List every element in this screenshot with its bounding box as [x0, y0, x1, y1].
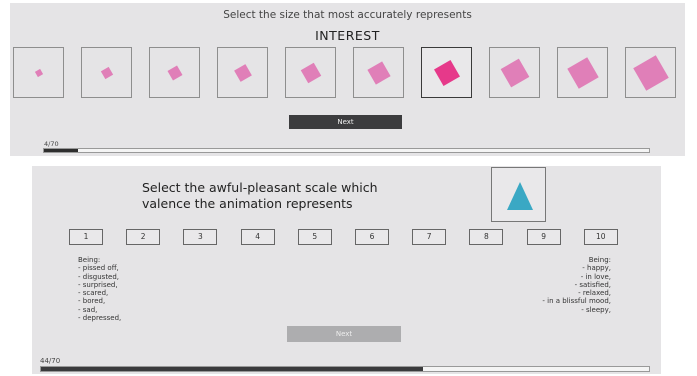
negative-line-2: - disgusted,	[78, 272, 120, 281]
negative-descriptors: Being: - pissed off, - disgusted, - surpris…	[78, 256, 121, 322]
dimension-title: INTEREST	[315, 28, 380, 43]
scale-option-10[interactable]: 10	[583, 229, 618, 245]
progress-bar	[43, 148, 650, 153]
next-button[interactable]: Next	[289, 115, 402, 129]
scale-option-7[interactable]: 7	[412, 229, 447, 245]
progress-bar	[40, 366, 650, 372]
triangle-icon	[507, 182, 533, 210]
scale-option-6[interactable]: 6	[355, 229, 389, 245]
progress-fill	[44, 149, 79, 152]
positive-line-1: - happy,	[582, 264, 611, 273]
positive-line-3: - satisfied,	[574, 280, 611, 289]
positive-line-5: - in a blissful mood,	[542, 297, 611, 306]
size-option-10[interactable]	[625, 47, 676, 98]
diamond-shape	[566, 56, 599, 89]
positive-descriptors: Being: - happy, - in love, - satisfied, - re…	[542, 256, 611, 314]
size-option-4[interactable]	[217, 47, 268, 98]
diamond-shape	[166, 64, 183, 81]
positive-line-6: - sleepy,	[581, 305, 611, 314]
valence-instruction: Select the awful-pleasant scale which va…	[142, 180, 422, 212]
negative-line-6: - sad,	[78, 305, 98, 314]
next-button-disabled[interactable]: Next	[287, 326, 401, 342]
positive-line-2: - in love,	[580, 272, 611, 281]
diamond-shape	[632, 54, 669, 91]
diamond-shape	[233, 63, 252, 82]
diamond-shape	[366, 60, 391, 85]
progress-label: 4/70	[44, 140, 59, 148]
diamond-shape	[100, 66, 113, 79]
size-question-panel: Select the size that most accurately rep…	[10, 3, 685, 156]
negative-line-7: - depressed,	[78, 314, 122, 323]
positive-line-0: Being:	[588, 256, 611, 264]
diamond-shape	[300, 62, 321, 83]
scale-option-5[interactable]: 5	[297, 229, 332, 245]
size-option-5[interactable]	[285, 47, 336, 98]
size-option-3[interactable]	[149, 47, 200, 98]
negative-line-1: - pissed off,	[78, 264, 119, 273]
negative-line-5: - bored,	[78, 297, 106, 306]
instruction-line-2: valence the animation represents	[142, 196, 353, 211]
progress-fill	[41, 367, 424, 371]
size-option-6[interactable]	[353, 47, 404, 98]
positive-line-4: - relaxed,	[578, 289, 611, 298]
diamond-shape	[500, 58, 529, 87]
size-option-7[interactable]	[421, 47, 472, 98]
negative-line-3: - surprised,	[78, 280, 118, 289]
valence-question-panel: Select the awful-pleasant scale which va…	[32, 166, 661, 374]
size-option-2[interactable]	[81, 47, 132, 98]
progress-label: 44/70	[40, 357, 61, 365]
scale-option-3[interactable]: 3	[183, 229, 218, 245]
scale-option-1[interactable]: 1	[69, 229, 103, 245]
diamond-shape	[433, 59, 460, 86]
scale-option-9[interactable]: 9	[526, 229, 561, 245]
stimulus-box	[491, 167, 546, 222]
size-option-1[interactable]	[13, 47, 64, 98]
negative-line-4: - scared,	[78, 289, 109, 298]
size-instruction: Select the size that most accurately rep…	[223, 9, 472, 21]
size-option-9[interactable]	[557, 47, 608, 98]
diamond-shape	[34, 68, 43, 77]
size-option-8[interactable]	[489, 47, 540, 98]
negative-line-0: Being:	[78, 256, 101, 264]
instruction-line-1: Select the awful-pleasant scale which	[142, 180, 378, 195]
scale-option-8[interactable]: 8	[469, 229, 504, 245]
scale-option-4[interactable]: 4	[240, 229, 275, 245]
scale-option-2[interactable]: 2	[126, 229, 161, 245]
